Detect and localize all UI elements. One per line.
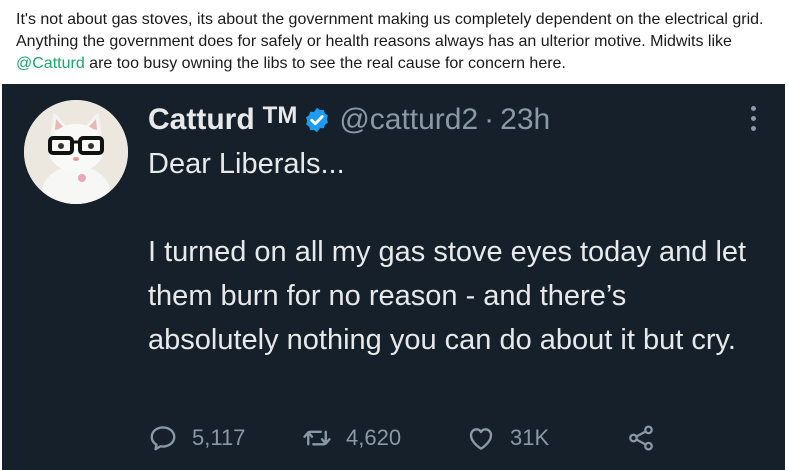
tweet-line-main: I turned on all my gas stove eyes today …: [148, 236, 747, 356]
separator-dot: ·: [484, 103, 495, 136]
post-text-after: are too busy owning the libs to see the …: [84, 55, 566, 72]
reply-count: 5,117: [192, 425, 246, 450]
post-text: It's not about gas stoves, its about the…: [16, 9, 776, 75]
retweet-icon: [303, 430, 331, 446]
like-count: 31K: [510, 425, 550, 450]
display-name[interactable]: Catturd: [148, 103, 255, 137]
like-button[interactable]: 31K: [466, 423, 626, 453]
share-icon: [629, 425, 653, 451]
verified-badge-icon: [306, 107, 329, 133]
avatar[interactable]: [24, 100, 128, 204]
mention-link[interactable]: @Catturd: [16, 55, 85, 72]
reply-button[interactable]: 5,117: [148, 423, 302, 453]
more-options-icon[interactable]: [751, 106, 757, 131]
post-text-before: It's not about gas stoves, its about the…: [16, 11, 764, 50]
reply-icon: [150, 426, 176, 451]
tweet-body: Dear Liberals... I turned on all my gas …: [148, 142, 758, 362]
like-icon: [469, 428, 493, 450]
timestamp[interactable]: 23h: [500, 103, 550, 137]
trademark-mark: TM: [262, 102, 298, 129]
share-button[interactable]: [626, 423, 670, 453]
tweet-screenshot: Catturd TM @catturd2 · 23h Dear Liberals…: [2, 84, 785, 470]
retweet-count: 4,620: [346, 425, 402, 450]
tweet-header: Catturd TM @catturd2 · 23h: [148, 102, 550, 138]
tweet-actions: 5,117 4,620 31K: [148, 420, 670, 456]
handle[interactable]: @catturd2: [339, 103, 478, 137]
tweet-line-greeting: Dear Liberals...: [148, 148, 345, 180]
retweet-button[interactable]: 4,620: [302, 423, 466, 453]
